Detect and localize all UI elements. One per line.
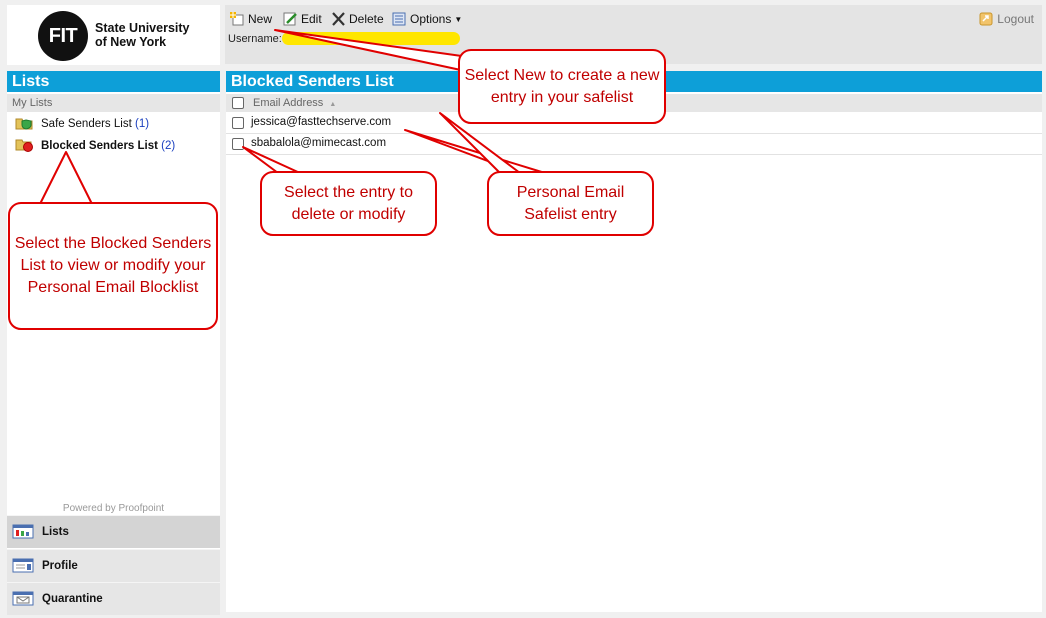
- sidebar-item-blocked-senders[interactable]: Blocked Senders List (2): [15, 137, 175, 155]
- annotation-new-text: Select New to create a new entry in your…: [464, 66, 660, 106]
- nav-lists[interactable]: Lists: [7, 515, 220, 548]
- delete-button[interactable]: Delete: [331, 11, 384, 27]
- annotation-blocked-text: Select the Blocked Senders List to view …: [14, 235, 212, 296]
- logout-button[interactable]: Logout: [979, 11, 1034, 27]
- nav-lists-label: Lists: [42, 526, 69, 538]
- column-header-email[interactable]: Email Address ▲: [253, 94, 336, 114]
- options-button[interactable]: Options ▼: [392, 11, 462, 27]
- blocked-folder-icon: [15, 138, 34, 155]
- nav-profile[interactable]: Profile: [7, 549, 220, 582]
- annotation-entry-text: Select the entry to delete or modify: [284, 183, 413, 223]
- profile-icon: [12, 557, 34, 576]
- nav-quarantine-label: Quarantine: [42, 593, 103, 605]
- safe-senders-label: Safe Senders List: [41, 118, 132, 130]
- logout-icon: [979, 12, 994, 26]
- chevron-down-icon: ▼: [454, 14, 463, 24]
- logo-line2: of New York: [95, 35, 167, 49]
- annotation-safelist-text: Personal Email Safelist entry: [516, 183, 625, 223]
- new-label: New: [248, 12, 273, 26]
- annotation-blocked-list: Select the Blocked Senders List to view …: [8, 202, 218, 330]
- blocked-senders-label: Blocked Senders List: [41, 140, 158, 152]
- edit-button[interactable]: Edit: [283, 11, 322, 27]
- annotation-select-entry: Select the entry to delete or modify: [260, 171, 437, 236]
- shield-folder-icon: [15, 116, 34, 133]
- powered-by: Powered by Proofpoint: [62, 503, 165, 514]
- sidebar-item-label: Blocked Senders List (2): [41, 140, 175, 152]
- username-redaction: [282, 32, 460, 45]
- annotation-safelist-entry: Personal Email Safelist entry: [487, 171, 654, 236]
- safe-senders-count: (1): [134, 118, 150, 130]
- row-checkbox[interactable]: [232, 138, 244, 150]
- select-all-checkbox[interactable]: [232, 97, 244, 109]
- new-button[interactable]: New: [230, 11, 272, 27]
- lists-icon: [12, 523, 34, 542]
- email-address: jessica@fasttechserve.com: [251, 116, 392, 128]
- sidebar: Lists My Lists Safe Senders List (1) Blo…: [7, 71, 220, 615]
- fit-logo-mark: FIT: [38, 11, 88, 61]
- sidebar-item-safe-senders[interactable]: Safe Senders List (1): [15, 115, 149, 133]
- nav-quarantine[interactable]: Quarantine: [7, 582, 220, 615]
- logo-mark-text: FIT: [48, 25, 78, 47]
- sort-asc-icon: ▲: [329, 101, 337, 108]
- edit-icon: [283, 12, 298, 26]
- my-lists-section: My Lists: [7, 94, 220, 112]
- sidebar-title: Lists: [7, 71, 220, 92]
- logout-label: Logout: [997, 12, 1034, 26]
- email-address: sbabalola@mimecast.com: [251, 137, 387, 149]
- main-panel: Blocked Senders List Email Address ▲ jes…: [226, 71, 1042, 612]
- quarantine-icon: [12, 590, 34, 609]
- delete-icon: [331, 12, 346, 26]
- options-label: Options: [410, 12, 452, 26]
- logo: FIT State University of New York: [7, 5, 220, 65]
- table-row[interactable]: sbabalola@mimecast.com: [226, 134, 1042, 155]
- blocked-senders-count: (2): [161, 140, 176, 152]
- edit-label: Edit: [301, 12, 322, 26]
- nav-profile-label: Profile: [42, 560, 78, 572]
- new-icon: [230, 12, 245, 26]
- annotation-new: Select New to create a new entry in your…: [458, 49, 666, 124]
- options-icon: [392, 12, 407, 26]
- logo-line1: State University: [95, 21, 190, 35]
- row-checkbox[interactable]: [232, 117, 244, 129]
- delete-label: Delete: [349, 12, 384, 26]
- sidebar-item-label: Safe Senders List (1): [41, 118, 149, 130]
- logo-wordmark: State University of New York: [95, 21, 189, 49]
- username-label: Username:: [228, 33, 282, 45]
- column-header-label: Email Address: [253, 97, 324, 109]
